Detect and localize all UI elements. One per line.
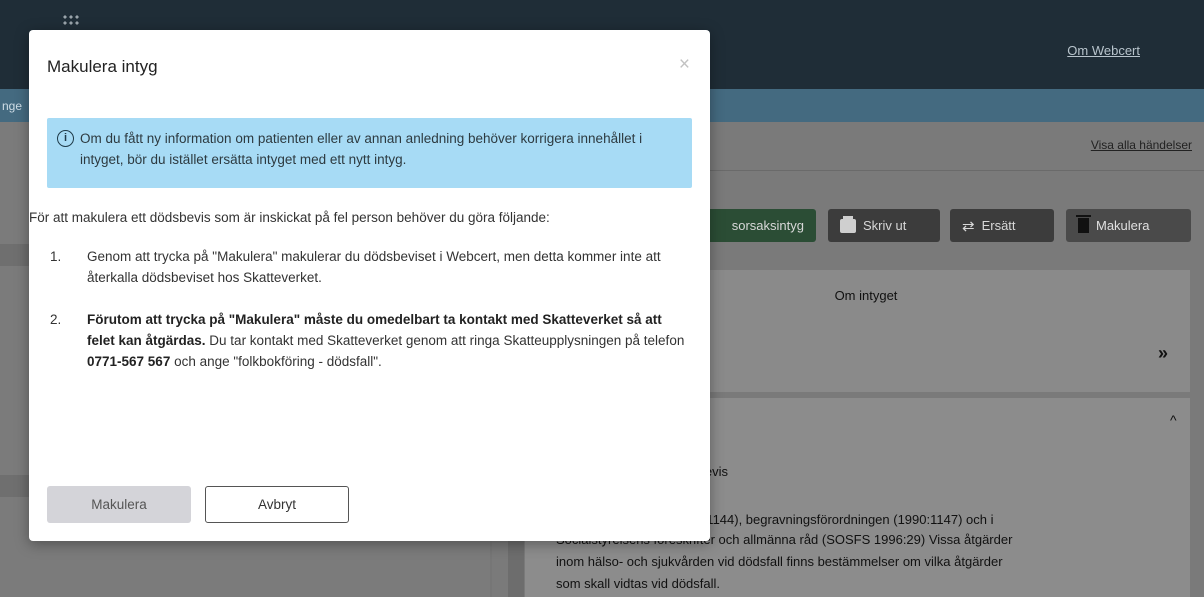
swap-arrows-icon: ⇄ xyxy=(962,217,975,235)
info-bar-text: nge xyxy=(2,99,23,113)
avbryt-button[interactable]: Avbryt xyxy=(205,486,349,523)
makulera-toolbar-label: Makulera xyxy=(1096,218,1150,233)
chevron-up-icon[interactable]: ^ xyxy=(1170,412,1177,428)
printer-icon xyxy=(840,215,856,233)
step-text-part: Du tar kontakt med Skatteverket genom at… xyxy=(205,333,685,348)
list-item: 1. Genom att trycka på "Makulera" makule… xyxy=(50,246,690,288)
doc-text-line: inom hälso- och sjukvården vid dödsfall … xyxy=(556,554,1003,569)
visa-alla-handelser-link[interactable]: Visa alla händelser xyxy=(1091,138,1192,152)
step-number: 1. xyxy=(50,249,62,264)
info-icon: i xyxy=(57,130,74,147)
replace-button[interactable]: ⇄ Ersätt xyxy=(950,209,1054,242)
doc-text-line: 990:1144), begravningsförordningen (1990… xyxy=(681,512,994,527)
close-icon[interactable]: × xyxy=(679,54,690,76)
step-number: 2. xyxy=(50,312,62,327)
phone-number: 0771-567 567 xyxy=(87,354,171,369)
dialog-title: Makulera intyg xyxy=(47,57,158,76)
info-alert: i Om du fått ny information om patienten… xyxy=(47,118,692,188)
intro-text: För att makulera ett dödsbevis som är in… xyxy=(29,210,550,225)
list-item: 2. Förutom att trycka på "Makulera" måst… xyxy=(50,309,690,372)
dodsorsaksintyg-button-label: sorsaksintyg xyxy=(731,218,804,233)
dialog-header: Makulera intyg × xyxy=(29,30,710,100)
makulera-toolbar-button[interactable]: Makulera xyxy=(1066,209,1191,242)
step-text-part: och ange "folkbokföring - dödsfall". xyxy=(170,354,382,369)
makulera-confirm-button[interactable]: Makulera xyxy=(47,486,191,523)
app-grid-icon[interactable] xyxy=(62,14,80,26)
steps-list: 1. Genom att trycka på "Makulera" makule… xyxy=(50,246,690,288)
about-panel-title: Om intyget xyxy=(834,288,898,303)
replace-button-label: Ersätt xyxy=(981,218,1016,233)
print-button[interactable]: Skriv ut xyxy=(828,209,940,242)
om-webcert-link[interactable]: Om Webcert xyxy=(1067,43,1140,58)
step-text: Förutom att trycka på "Makulera" måste d… xyxy=(87,309,687,372)
steps-list: 2. Förutom att trycka på "Makulera" måst… xyxy=(50,309,690,372)
step-text: Genom att trycka på "Makulera" makulerar… xyxy=(87,249,661,285)
info-alert-text: Om du fått ny information om patienten e… xyxy=(80,131,643,167)
expand-chevron-icon[interactable]: » xyxy=(1158,343,1168,364)
makulera-dialog: Makulera intyg × i Om du fått ny informa… xyxy=(29,30,710,541)
doc-text-line: som skall vidtas vid dödsfall. xyxy=(556,576,721,591)
print-button-label: Skriv ut xyxy=(863,218,907,233)
trash-icon xyxy=(1076,215,1091,233)
